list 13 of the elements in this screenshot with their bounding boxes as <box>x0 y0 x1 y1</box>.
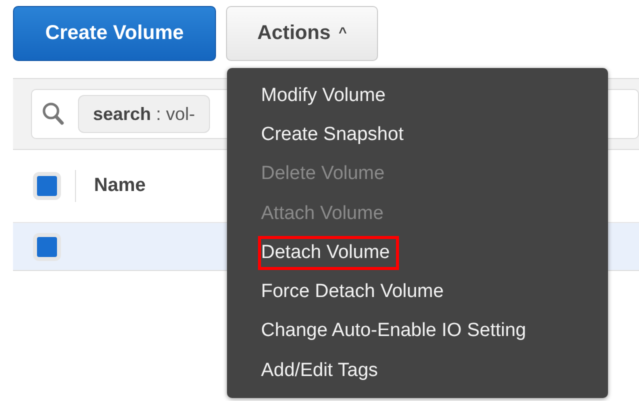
checkbox[interactable] <box>33 172 61 200</box>
menu-item[interactable]: Add/Edit Tags <box>258 354 387 388</box>
menu-item[interactable]: Modify Volume <box>258 78 395 113</box>
column-header[interactable]: Name <box>94 175 146 197</box>
menu-item[interactable]: Create Snapshot <box>258 118 413 152</box>
menu-item[interactable]: Force Detach Volume <box>258 275 453 310</box>
checkbox[interactable] <box>33 232 61 260</box>
search-icon <box>42 102 64 126</box>
menu-item[interactable]: Detach Volume <box>258 236 399 270</box>
actions-button[interactable]: Actions ^ <box>226 6 378 61</box>
search-token[interactable]: search : vol- <box>78 95 210 133</box>
create-volume-button[interactable]: Create Volume <box>13 6 216 61</box>
menu-item[interactable]: Change Auto-Enable IO Setting <box>258 314 536 348</box>
